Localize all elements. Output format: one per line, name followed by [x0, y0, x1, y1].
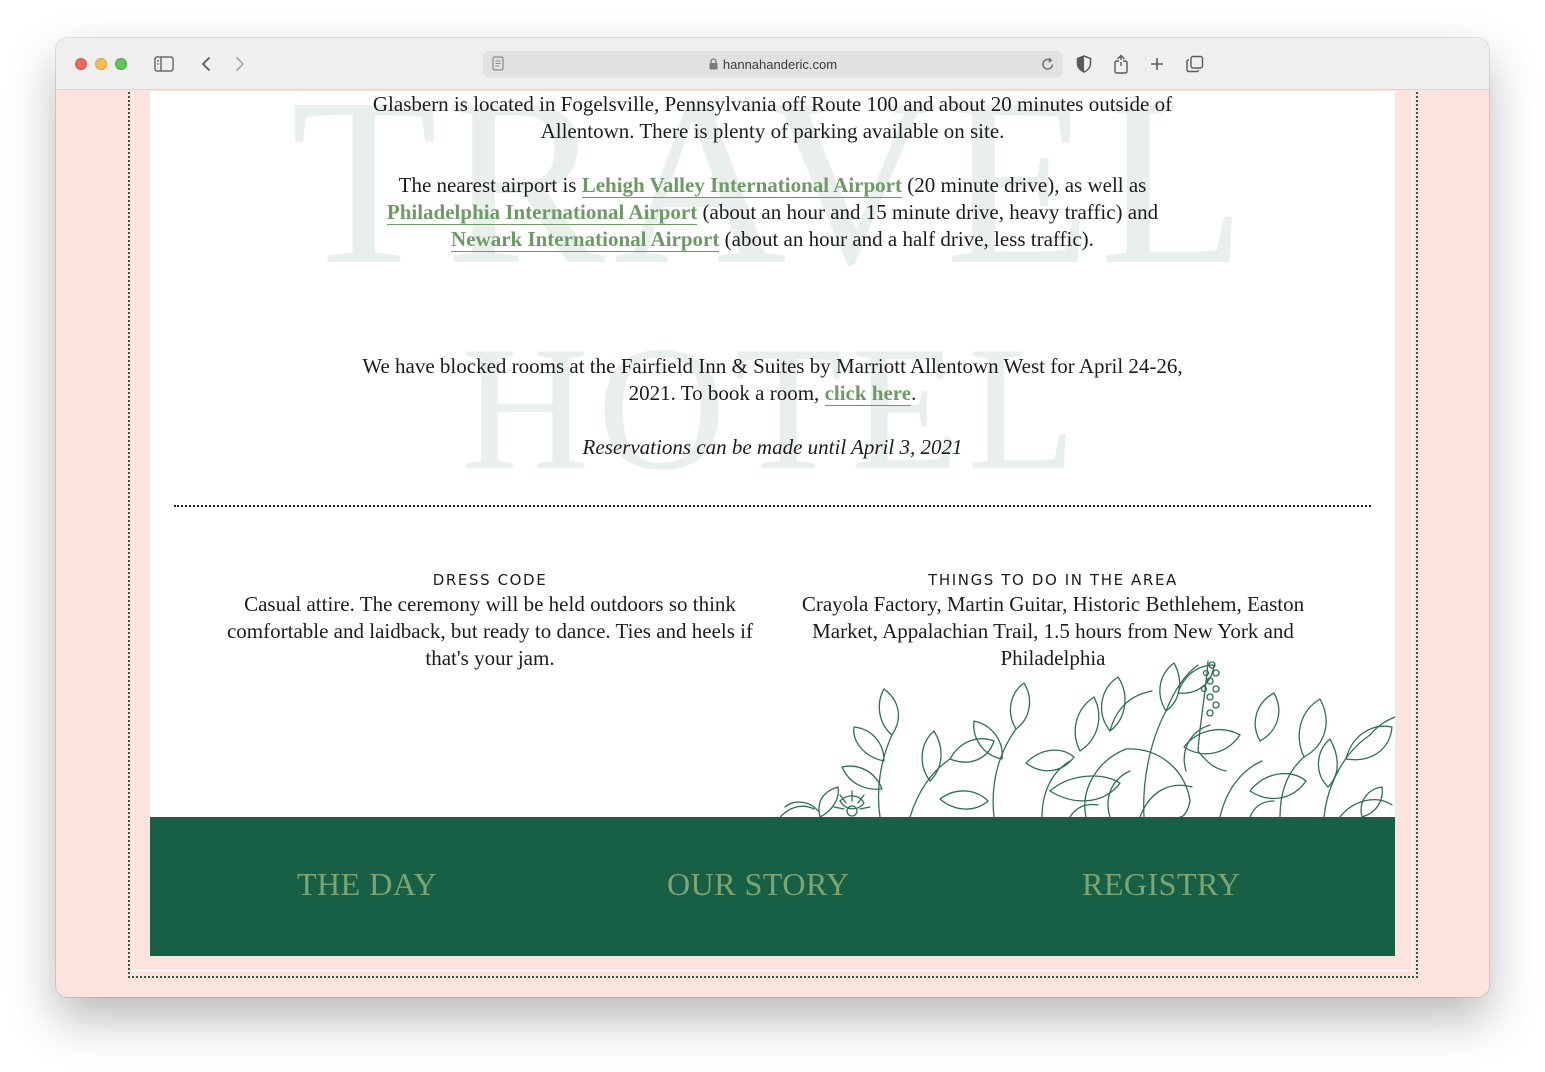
- new-tab-icon[interactable]: [1147, 52, 1167, 76]
- lehigh-airport-link[interactable]: Lehigh Valley International Airport: [581, 173, 902, 198]
- forward-icon[interactable]: [230, 52, 250, 76]
- url-text: hannahanderic.com: [722, 57, 838, 72]
- things-to-do-text: Crayola Factory, Martin Guitar, Historic…: [801, 592, 1305, 670]
- things-to-do-heading: THINGS TO DO IN THE AREA: [928, 571, 1178, 589]
- browser-toolbar: hannahanderic.com: [56, 38, 1489, 90]
- browser-window: hannahanderic.com TRAVEL HOTEL Glasbern …: [56, 38, 1489, 997]
- nav-our-story[interactable]: OUR STORY: [667, 866, 850, 903]
- dress-code-heading: DRESS CODE: [432, 571, 548, 589]
- things-to-do-section: THINGS TO DO IN THE AREA Crayola Factory…: [773, 569, 1333, 672]
- minimize-window-button[interactable]: [95, 58, 107, 70]
- airport-text: The nearest airport is Lehigh Valley Int…: [386, 173, 1159, 252]
- lock-icon: [709, 52, 718, 79]
- reservation-deadline: Reservations can be made until April 3, …: [582, 435, 963, 459]
- dress-code-section: DRESS CODE Casual attire. The ceremony w…: [210, 569, 770, 672]
- hotel-block-text: We have blocked rooms at the Fairfield I…: [362, 354, 1183, 406]
- newark-airport-link[interactable]: Newark International Airport: [451, 227, 720, 252]
- nav-the-day[interactable]: THE DAY: [297, 866, 437, 903]
- sidebar-icon[interactable]: [152, 52, 176, 76]
- hotel-watermark: HOTEL: [460, 309, 1085, 507]
- main-content: TRAVEL HOTEL Glasbern is located in Foge…: [150, 91, 1395, 817]
- footer-nav: THE DAY OUR STORY REGISTRY: [150, 817, 1395, 956]
- tab-overview-icon[interactable]: [1184, 52, 1206, 76]
- nav-registry[interactable]: REGISTRY: [1082, 866, 1241, 903]
- url-text-container: hannahanderic.com: [483, 51, 1063, 78]
- page-viewport[interactable]: TRAVEL HOTEL Glasbern is located in Foge…: [56, 91, 1489, 997]
- book-room-link[interactable]: click here: [824, 381, 912, 406]
- philadelphia-airport-link[interactable]: Philadelphia International Airport: [386, 200, 698, 225]
- close-window-button[interactable]: [75, 58, 87, 70]
- back-icon[interactable]: [196, 52, 216, 76]
- travel-location-text: Glasbern is located in Fogelsville, Penn…: [372, 92, 1173, 143]
- zoom-window-button[interactable]: [115, 58, 127, 70]
- reload-icon[interactable]: [1041, 56, 1055, 76]
- share-icon[interactable]: [1111, 52, 1131, 76]
- address-bar[interactable]: hannahanderic.com: [483, 51, 1063, 78]
- section-divider: [174, 505, 1371, 507]
- dress-code-text: Casual attire. The ceremony will be held…: [226, 592, 753, 670]
- privacy-shield-icon[interactable]: [1073, 52, 1095, 76]
